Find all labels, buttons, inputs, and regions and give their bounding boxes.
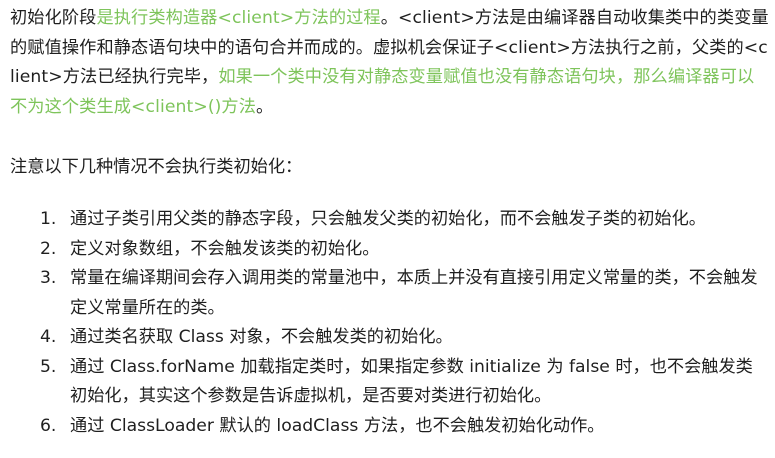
list-item-text: 通过子类引用父类的静态字段，只会触发父类的初始化，而不会触发子类的初始化。: [70, 209, 706, 229]
intro-text-1: 初始化阶段: [10, 8, 97, 28]
list-item-text: 常量在编译期间会存入调用类的常量池中，本质上并没有直接引用定义常量的类，不会触发…: [70, 268, 758, 318]
intro-highlight-1: 是执行类构造器<client>方法的过程: [96, 8, 381, 28]
list-item-number: 5.: [40, 356, 57, 377]
list-item: 6. 通过 ClassLoader 默认的 loadClass 方法，也不会触发…: [0, 412, 775, 442]
list-item: 2. 定义对象数组，不会触发该类的初始化。: [0, 235, 775, 265]
list-item-text: 通过类名获取 Class 对象，不会触发类的初始化。: [70, 327, 453, 347]
intro-text-3: 。: [256, 96, 274, 117]
list-item-number: 3.: [40, 268, 57, 288]
list-item-text: 通过 ClassLoader 默认的 loadClass 方法，也不会触发初始化…: [70, 415, 605, 436]
document-page: 初始化阶段是执行类构造器<client>方法的过程。<client>方法是由编译…: [0, 0, 775, 458]
list-item-text: 定义对象数组，不会触发该类的初始化。: [70, 238, 380, 259]
list-item-text: 通过 Class.forName 加载指定类时，如果指定参数 initializ…: [70, 356, 753, 407]
list-item: 1. 通过子类引用父类的静态字段，只会触发父类的初始化，而不会触发子类的初始化。: [0, 205, 775, 235]
list-item-number: 6.: [40, 415, 57, 436]
exception-list: 1. 通过子类引用父类的静态字段，只会触发父类的初始化，而不会触发子类的初始化。…: [0, 205, 775, 441]
list-item: 5. 通过 Class.forName 加载指定类时，如果指定参数 initia…: [0, 353, 775, 412]
list-item-number: 1.: [40, 209, 57, 229]
intro-paragraph: 初始化阶段是执行类构造器<client>方法的过程。<client>方法是由编译…: [10, 4, 770, 122]
note-heading: 注意以下几种情况不会执行类初始化：: [10, 157, 303, 177]
list-item: 4. 通过类名获取 Class 对象，不会触发类的初始化。: [0, 323, 775, 353]
list-item: 3. 常量在编译期间会存入调用类的常量池中，本质上并没有直接引用定义常量的类，不…: [0, 264, 775, 323]
list-item-number: 4.: [40, 327, 57, 347]
list-item-number: 2.: [40, 238, 57, 259]
